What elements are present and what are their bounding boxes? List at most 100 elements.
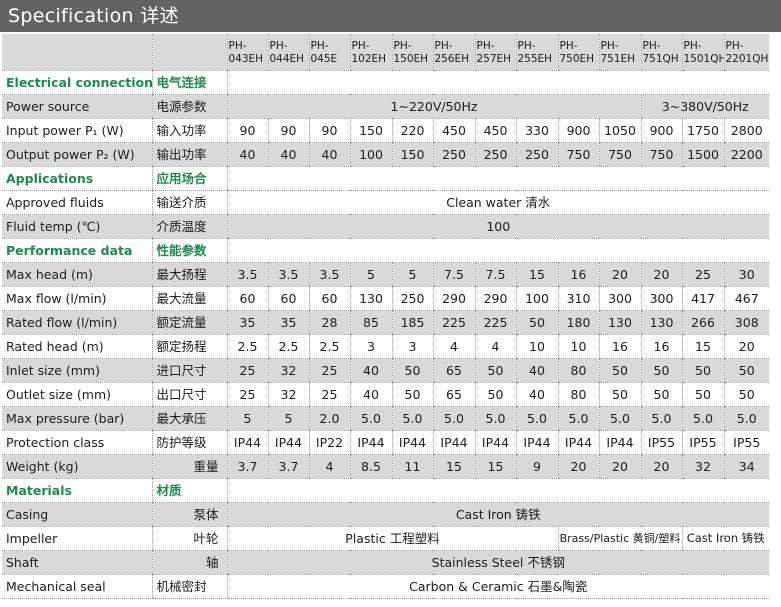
value-cell: 3.5 <box>226 262 268 287</box>
value-cell: 5.0 <box>349 406 392 431</box>
value-cell: IP44 <box>474 430 516 455</box>
value-cell: 250 <box>515 142 558 167</box>
value-cell: 750 <box>557 142 599 167</box>
value-cell: 308 <box>723 310 769 335</box>
performance-row: Max flow (l/min) 最大流量 60 60 60 130 250 290 290 10… <box>2 286 769 311</box>
row-label-en: Output power P₂ (W) <box>2 142 152 167</box>
row-label-en: Max pressure (bar) <box>2 406 152 431</box>
value-cell: IP44 <box>391 430 433 455</box>
value-cell: 5 <box>267 406 309 431</box>
value-cell: 1750 <box>681 118 724 143</box>
row-label-cn: 轴 <box>151 550 227 575</box>
model-name-cell: PH-257EH <box>474 34 516 71</box>
value-cell: 5.0 <box>515 406 558 431</box>
value-cell: 85 <box>349 310 392 335</box>
value-cell: 20 <box>598 262 641 287</box>
value-cell: 65 <box>432 382 475 407</box>
section-title-en: Materials <box>2 478 152 503</box>
value-cell: 900 <box>640 118 682 143</box>
value-cell: 50 <box>598 382 641 407</box>
value-cell: 20 <box>598 454 641 479</box>
value-cell: IP44 <box>598 430 641 455</box>
performance-row: Max head (m) 最大扬程 3.5 3.5 3.5 5 5 7.5 7.5 15 16 20 2… <box>2 262 769 287</box>
row-label-en: Max flow (l/min) <box>2 286 152 311</box>
value-cell: 20 <box>640 454 682 479</box>
section-title-cn: 性能参数 <box>151 238 227 263</box>
value-cell: 10 <box>557 334 599 359</box>
value-cell: 290 <box>474 286 516 311</box>
value-cell: 225 <box>474 310 516 335</box>
value-cell: 4 <box>432 334 475 359</box>
value-cell: 225 <box>432 310 475 335</box>
input-power-row: Input power P₁ (W) 输入功率 90 90 90 150 220 450 450… <box>2 118 769 143</box>
value-cell: 40 <box>267 142 309 167</box>
value-cell: 2.5 <box>226 334 268 359</box>
value-cell: 900 <box>557 118 599 143</box>
model-name-cell: PH-750EH <box>557 34 599 71</box>
value-cell: 130 <box>598 310 641 335</box>
row-label-cn: 进口尺寸 <box>151 358 227 383</box>
row-label-cn: 泵体 <box>151 502 227 527</box>
row-label-cn: 输送介质 <box>151 190 227 215</box>
output-power-row: Output power P₂ (W) 输出功率 40 40 40 100 150 250 25… <box>2 142 769 167</box>
performance-row: Max pressure (bar) 最大承压 5 5 2.0 5.0 5.0 5.0 5.0 5… <box>2 406 769 431</box>
spanned-value-cell: Carbon & Ceramic 石墨&陶瓷 <box>226 574 769 599</box>
row-label-en: Protection class <box>2 430 152 455</box>
value-cell: 25 <box>681 262 724 287</box>
model-name-cell: PH-1501QH <box>681 34 724 71</box>
performance-row: Rated head (m) 额定扬程 2.5 2.5 2.5 3 3 4 4 10 10 16 16 1… <box>2 334 769 359</box>
value-cell: 5.0 <box>640 406 682 431</box>
value-cell: 65 <box>432 358 475 383</box>
value-cell: 310 <box>557 286 599 311</box>
value-cell: 220 <box>391 118 433 143</box>
model-name-cell: PH-2201QH <box>723 34 769 71</box>
value-cell: 467 <box>723 286 769 311</box>
section-electrical: Electrical connection 电气连接 <box>2 70 769 95</box>
row-label-cn: 重量 <box>151 454 227 479</box>
value-cell: 50 <box>681 358 724 383</box>
value-cell: 250 <box>432 142 475 167</box>
performance-row: Outlet size (mm) 出口尺寸 25 32 25 40 50 65 50 40 80 50… <box>2 382 769 407</box>
value-cell: IP55 <box>723 430 769 455</box>
value-cell: IP55 <box>640 430 682 455</box>
value-cell: 60 <box>267 286 309 311</box>
impeller-iron-cell: Cast Iron 铸铁 <box>681 526 769 551</box>
value-cell: 7.5 <box>474 262 516 287</box>
value-cell: 5 <box>349 262 392 287</box>
section-title-cn: 材质 <box>151 478 227 503</box>
value-cell: 30 <box>723 262 769 287</box>
value-cell: IP55 <box>681 430 724 455</box>
header-blank-cell <box>151 34 227 71</box>
row-label-en: Shaft <box>2 550 152 575</box>
row-label-en: Fluid temp (℃) <box>2 214 152 239</box>
value-cell: 60 <box>226 286 268 311</box>
value-cell: 40 <box>308 142 350 167</box>
performance-row: Inlet size (mm) 进口尺寸 25 32 25 40 50 65 50 40 80 50 5… <box>2 358 769 383</box>
value-cell: 15 <box>432 454 475 479</box>
value-cell: 15 <box>515 262 558 287</box>
row-label-cn: 输出功率 <box>151 142 227 167</box>
shaft-row: Shaft 轴 Stainless Steel 不锈钢 <box>2 550 769 575</box>
row-label-en: Casing <box>2 502 152 527</box>
value-cell: 50 <box>723 382 769 407</box>
value-cell: 250 <box>391 286 433 311</box>
section-title-en: Performance data <box>2 238 152 263</box>
value-cell: 50 <box>723 358 769 383</box>
performance-row: Weight (kg) 重量 3.7 3.7 4 8.5 11 15 15 9 20 20 20 32 34 <box>2 454 769 479</box>
spanned-value-cell: Plastic 工程塑料 <box>226 526 558 551</box>
value-cell: 32 <box>681 454 724 479</box>
row-label-cn: 最大承压 <box>151 406 227 431</box>
value-cell: 25 <box>308 358 350 383</box>
value-cell: 50 <box>474 382 516 407</box>
value-cell: 50 <box>598 358 641 383</box>
model-name-cell: PH-045E <box>308 34 350 71</box>
model-name-cell: PH-751EH <box>598 34 641 71</box>
performance-row: Rated flow (l/min) 额定流量 35 35 28 85 185 225 225 5… <box>2 310 769 335</box>
row-label-en: Impeller <box>2 526 152 551</box>
value-cell: 4 <box>308 454 350 479</box>
row-label-cn: 叶轮 <box>151 526 227 551</box>
row-label-cn: 介质温度 <box>151 214 227 239</box>
value-cell: 3.5 <box>308 262 350 287</box>
value-cell: 40 <box>515 358 558 383</box>
value-cell: 5.0 <box>474 406 516 431</box>
